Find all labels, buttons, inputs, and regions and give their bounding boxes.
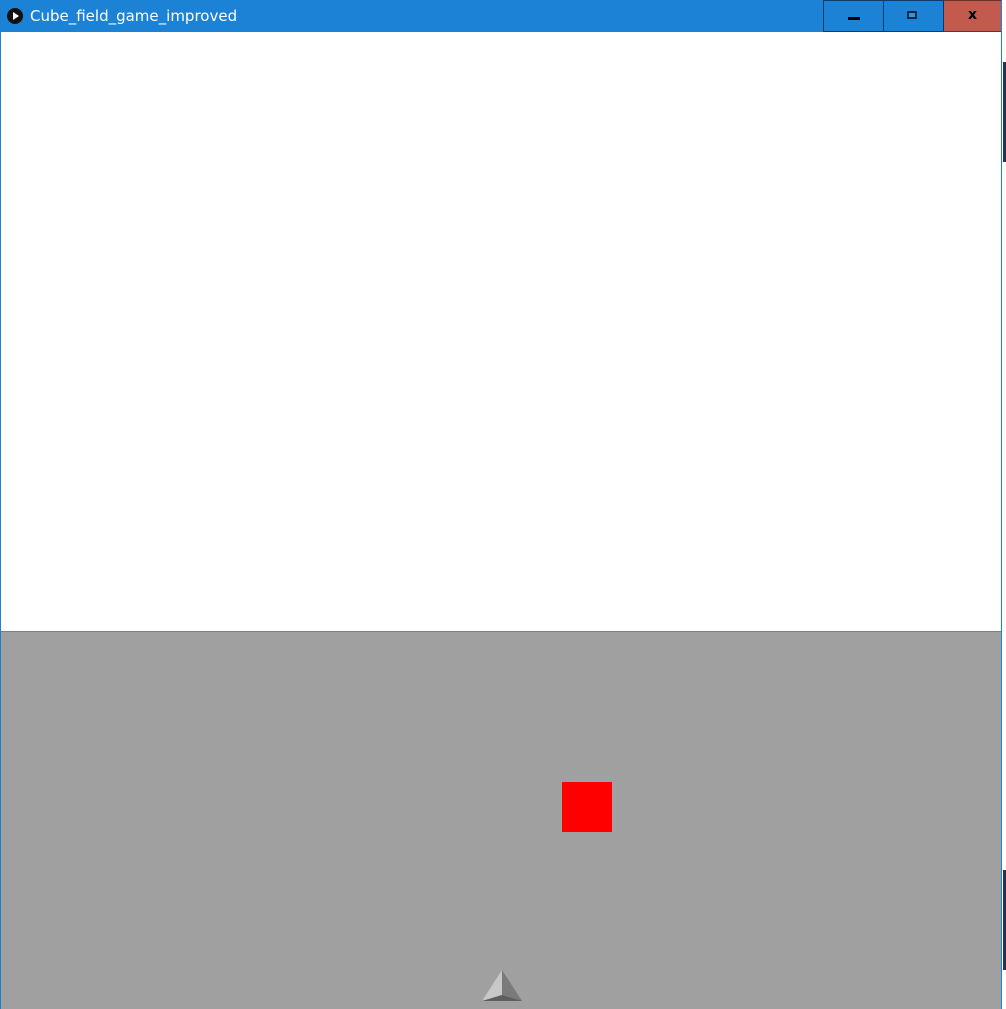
game-window: Cube_field_game_improved x: [0, 0, 1002, 1009]
red-cube-obstacle: [562, 782, 612, 832]
game-sky: [1, 32, 1001, 631]
window-title: Cube_field_game_improved: [30, 7, 238, 25]
game-ground: [1, 631, 1001, 1009]
title-bar[interactable]: Cube_field_game_improved x: [1, 0, 1001, 32]
close-icon: x: [967, 7, 978, 23]
minimize-button[interactable]: [823, 0, 884, 32]
minimize-icon: [848, 17, 860, 20]
pyramid-ship-icon: [482, 970, 522, 1001]
play-icon: [7, 8, 23, 24]
close-button[interactable]: x: [944, 0, 1001, 32]
maximize-icon: [907, 11, 917, 19]
maximize-button[interactable]: [884, 0, 944, 32]
